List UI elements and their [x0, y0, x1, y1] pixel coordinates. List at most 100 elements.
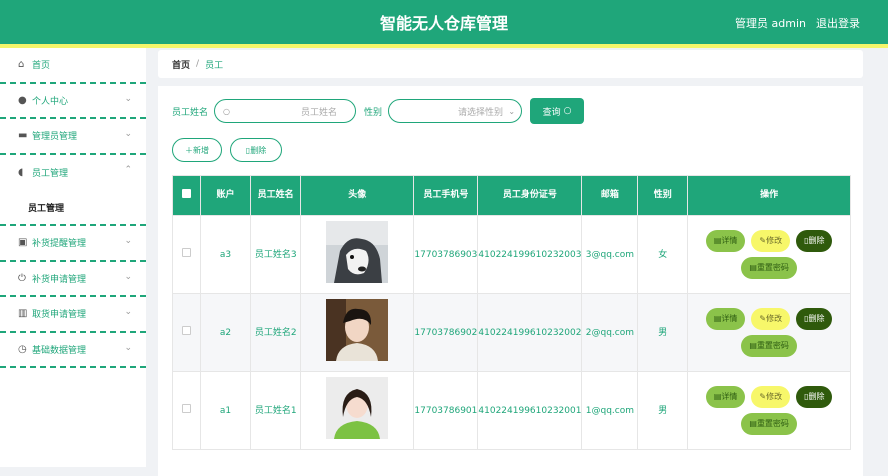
- sidebar-item-label: 补货提醒管理: [32, 239, 87, 250]
- detail-label: 详情: [721, 236, 738, 245]
- gender-cell: 男: [637, 293, 689, 372]
- home-icon: ⌂: [18, 59, 25, 71]
- phone-cell: 17703786901: [413, 371, 479, 450]
- col-header: 头像: [300, 175, 415, 216]
- add-button[interactable]: ＋ 新增: [172, 138, 222, 162]
- sidebar-item-label: 管理员管理: [32, 132, 78, 143]
- chevron-down-icon: ⌄: [124, 271, 132, 282]
- detail-label: 详情: [721, 314, 738, 323]
- file-icon: ▤: [713, 236, 722, 245]
- file-icon: ▤: [749, 263, 757, 272]
- sidebar-item-label: 个人中心: [32, 96, 69, 107]
- row-select-cell: [172, 371, 201, 450]
- email-cell: 2@qq.com: [581, 293, 639, 372]
- user-icon: ●: [18, 94, 27, 106]
- delete-button[interactable]: ▯ 删除: [796, 308, 833, 330]
- email-cell: 1@qq.com: [581, 371, 639, 450]
- table-row: a2 员工姓名2 17703786902 410224199610232002 …: [172, 293, 851, 372]
- pencil-icon: ✎: [759, 392, 767, 401]
- clipboard-icon: ▣: [18, 237, 28, 249]
- phone-cell: 17703786902: [413, 293, 479, 372]
- gender-cell: 男: [637, 371, 689, 450]
- gender-select[interactable]: 请选择性别 ⌄: [388, 99, 523, 123]
- chevron-up-icon: ⌃: [124, 164, 132, 175]
- edit-button[interactable]: ✎ 修改: [751, 386, 791, 408]
- avatar-cell: [300, 215, 415, 294]
- col-header: 账户: [199, 175, 252, 216]
- delete-label: 删除: [250, 145, 267, 155]
- edit-label: 修改: [766, 314, 783, 323]
- sidebar-item-employees[interactable]: ◖ 员工管理 ⌃: [0, 155, 146, 191]
- row-select-cell: [172, 215, 201, 294]
- power-icon: ⏻: [18, 272, 26, 284]
- sidebar-item-label: 补货申请管理: [32, 274, 87, 285]
- col-header: 邮箱: [581, 175, 639, 216]
- row-checkbox[interactable]: [181, 325, 191, 335]
- reset-label: 重置密码: [756, 341, 789, 350]
- bar-chart-icon: ▥: [18, 308, 28, 320]
- sidebar-item-profile[interactable]: ● 个人中心 ⌄: [0, 84, 146, 119]
- name-cell: 员工姓名1: [250, 371, 302, 450]
- plus-icon: ＋: [185, 145, 193, 155]
- name-search-input[interactable]: ○ 员工姓名: [214, 99, 357, 123]
- avatar-cell: [300, 293, 415, 372]
- edit-label: 修改: [766, 236, 783, 245]
- sidebar-item-admins[interactable]: ▬ 管理员管理 ⌄: [0, 119, 146, 155]
- employee-table: 账户 员工姓名 头像 员工手机号 员工身份证号 邮箱 性别 操作 a3 员工姓名…: [172, 175, 851, 450]
- query-button[interactable]: 查询 ○: [530, 98, 585, 124]
- avatar: [326, 299, 389, 361]
- sidebar-subitem-employee-manage[interactable]: 员工管理: [0, 190, 146, 226]
- reset-password-button[interactable]: ▤ 重置密码: [741, 413, 797, 435]
- breadcrumb-separator: /: [196, 59, 200, 69]
- delete-button[interactable]: ▯ 删除: [796, 386, 833, 408]
- row-checkbox[interactable]: [181, 403, 191, 413]
- email-cell: 3@qq.com: [581, 215, 639, 294]
- breadcrumb: 首页 / 员工: [158, 50, 863, 78]
- batch-delete-button[interactable]: ▯ 删除: [230, 138, 282, 162]
- file-icon: ▤: [749, 419, 757, 428]
- microphone-icon: ◖: [18, 166, 24, 178]
- main-content: 首页 / 员工 员工姓名 ○ 员工姓名 性别 请选择性别 ⌄ 查询 ○ ＋ 新增…: [158, 50, 863, 476]
- col-header: 操作: [687, 175, 851, 216]
- sidebar-item-label: 基础数据管理: [32, 345, 87, 356]
- pencil-icon: ✎: [759, 314, 767, 323]
- sidebar-item-base-data[interactable]: ◷ 基础数据管理 ⌄: [0, 333, 146, 368]
- detail-button[interactable]: ▤ 详情: [705, 386, 746, 408]
- sidebar-item-home[interactable]: ⌂ 首页: [0, 48, 146, 84]
- breadcrumb-home[interactable]: 首页: [172, 58, 190, 71]
- sidebar-item-restock-reminder[interactable]: ▣ 补货提醒管理 ⌄: [0, 226, 146, 262]
- sidebar-item-label: 员工管理: [32, 168, 69, 179]
- reset-label: 重置密码: [756, 419, 789, 428]
- gender-placeholder: 请选择性别: [458, 107, 504, 118]
- ops-cell: ▤ 详情 ✎ 修改 ▯ 删除 ▤ 重置密码: [687, 293, 851, 372]
- sidebar-item-restock-request[interactable]: ⏻ 补货申请管理 ⌄: [0, 262, 146, 297]
- edit-label: 修改: [766, 392, 783, 401]
- ticket-icon: ▬: [18, 130, 28, 142]
- select-all-checkbox[interactable]: [181, 188, 191, 198]
- edit-button[interactable]: ✎ 修改: [751, 308, 791, 330]
- delete-button[interactable]: ▯ 删除: [796, 230, 833, 252]
- row-checkbox[interactable]: [181, 247, 191, 257]
- name-cell: 员工姓名2: [250, 293, 302, 372]
- logout-button[interactable]: 退出登录: [816, 15, 860, 31]
- reset-label: 重置密码: [756, 263, 789, 272]
- account-cell: a2: [199, 293, 252, 372]
- delete-label: 删除: [808, 314, 825, 323]
- avatar-cell: [300, 371, 415, 450]
- avatar: [326, 377, 389, 439]
- detail-label: 详情: [721, 392, 738, 401]
- reset-password-button[interactable]: ▤ 重置密码: [741, 335, 797, 357]
- detail-button[interactable]: ▤ 详情: [705, 230, 746, 252]
- table-row: a3 员工姓名3 17703786903 410224199610232003 …: [172, 215, 851, 294]
- file-icon: ▤: [713, 314, 722, 323]
- ops-cell: ▤ 详情 ✎ 修改 ▯ 删除 ▤ 重置密码: [687, 371, 851, 450]
- table-row: a1 员工姓名1 17703786901 410224199610232001 …: [172, 371, 851, 450]
- sidebar-item-pickup-request[interactable]: ▥ 取货申请管理 ⌄: [0, 297, 146, 333]
- sidebar: ⌂ 首页 ● 个人中心 ⌄ ▬ 管理员管理 ⌄ ◖ 员工管理 ⌃ 员工管理 ▣ …: [0, 48, 146, 467]
- detail-button[interactable]: ▤ 详情: [705, 308, 746, 330]
- name-filter-label: 员工姓名: [172, 107, 209, 118]
- reset-password-button[interactable]: ▤ 重置密码: [741, 257, 797, 279]
- idcard-cell: 410224199610232002: [477, 293, 583, 372]
- select-all-cell: [172, 175, 201, 216]
- edit-button[interactable]: ✎ 修改: [751, 230, 791, 252]
